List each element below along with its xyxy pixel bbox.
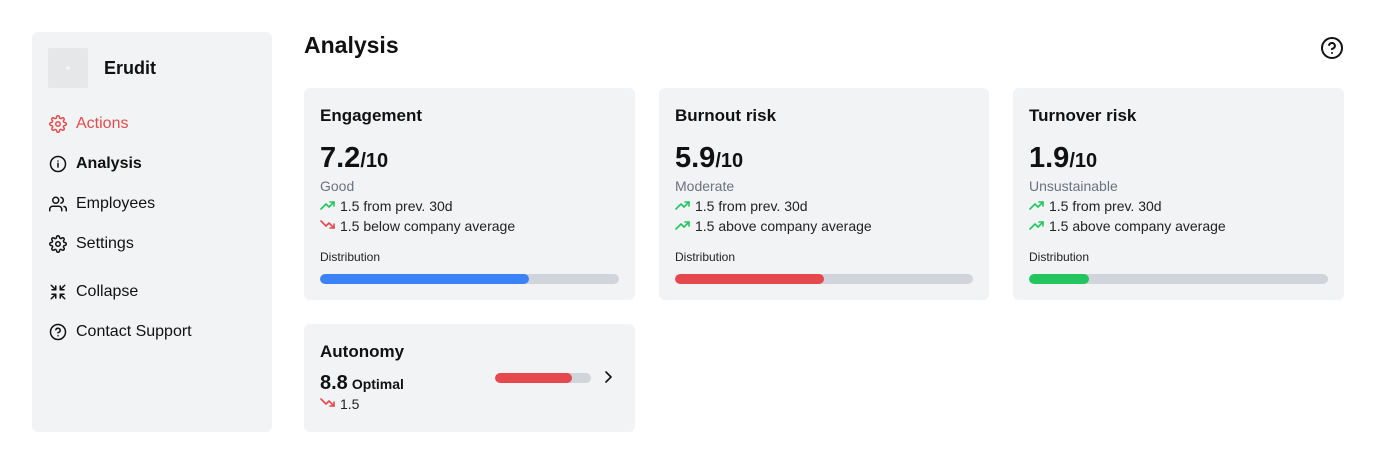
- trend-up-icon: [675, 218, 695, 234]
- sidebar-item-employees[interactable]: Employees: [48, 192, 155, 216]
- sidebar-item-collapse[interactable]: Collapse: [48, 280, 138, 304]
- engagement-card[interactable]: Engagement 7.2/10 Good 1.5 from prev. 30…: [304, 88, 635, 300]
- card-title: Autonomy: [320, 342, 405, 361]
- score: 1.9/10: [1029, 142, 1097, 175]
- trend-up-icon: [320, 198, 340, 214]
- score-label: Optimal: [351, 376, 404, 392]
- distribution-bar: [495, 373, 591, 383]
- logo-image: [48, 48, 88, 88]
- sidebar-item-label: Actions: [76, 115, 129, 132]
- distribution-bar: [1029, 274, 1328, 284]
- card-title: Engagement: [320, 106, 423, 125]
- score-max: /10: [1069, 150, 1098, 172]
- info-icon: [48, 154, 68, 174]
- score-label: Moderate: [675, 178, 735, 194]
- gear-icon: [48, 234, 68, 254]
- card-title: Turnover risk: [1029, 106, 1137, 125]
- score-value: 5.9: [675, 142, 716, 174]
- trend-company-average: 1.5 below company average: [320, 218, 515, 234]
- trend-company-average: 1.5 above company average: [1029, 218, 1226, 234]
- collapse-icon: [48, 282, 68, 302]
- distribution-fill: [1029, 274, 1089, 284]
- trend-down-icon: [320, 396, 340, 412]
- sidebar-item-label: Contact Support: [76, 323, 192, 340]
- gear-icon: [48, 114, 68, 134]
- sidebar-item-label: Collapse: [76, 283, 139, 300]
- trend-prev-period: 1.5 from prev. 30d: [1029, 198, 1162, 214]
- sidebar-item-analysis[interactable]: Analysis: [48, 152, 142, 176]
- distribution-label: Distribution: [320, 250, 381, 264]
- trend-up-icon: [675, 198, 695, 214]
- distribution-label: Distribution: [1029, 250, 1090, 264]
- trend: 1.5: [320, 396, 359, 412]
- page-title: Analysis: [304, 32, 399, 58]
- trend-text: 1.5 from prev. 30d: [340, 198, 453, 214]
- distribution-bar: [675, 274, 973, 284]
- sidebar-item-contact-support[interactable]: Contact Support: [48, 320, 192, 344]
- help-icon: [1321, 37, 1343, 59]
- trend-text: 1.5: [340, 396, 360, 412]
- distribution-label: Distribution: [675, 250, 736, 264]
- score-value: 8.8: [320, 372, 348, 394]
- trend-text: 1.5 from prev. 30d: [695, 198, 808, 214]
- card-title: Burnout risk: [675, 106, 777, 125]
- sidebar-item-label: Analysis: [76, 155, 142, 172]
- score: 5.9/10: [675, 142, 743, 175]
- distribution-fill: [495, 373, 572, 383]
- burnout-risk-card[interactable]: Burnout risk 5.9/10 Moderate 1.5 from pr…: [659, 88, 989, 300]
- trend-up-icon: [1029, 218, 1049, 234]
- users-icon: [48, 194, 68, 214]
- trend-text: 1.5 from prev. 30d: [1049, 198, 1162, 214]
- score-label: Unsustainable: [1029, 178, 1118, 194]
- trend-text: 1.5 above company average: [695, 218, 872, 234]
- distribution-fill: [320, 274, 530, 284]
- sidebar: Erudit Actions Analysis Employees Settin…: [32, 32, 272, 432]
- sidebar-item-label: Settings: [76, 235, 134, 252]
- brand: Erudit: [48, 48, 156, 88]
- trend-down-icon: [320, 218, 340, 234]
- score-label: Good: [320, 178, 355, 194]
- score: 7.2/10: [320, 142, 388, 175]
- trend-up-icon: [1029, 198, 1049, 214]
- trend-company-average: 1.5 above company average: [675, 218, 872, 234]
- sidebar-item-actions[interactable]: Actions: [48, 112, 128, 136]
- trend-prev-period: 1.5 from prev. 30d: [675, 198, 808, 214]
- score-max: /10: [360, 150, 389, 172]
- distribution-fill: [675, 274, 824, 284]
- brand-name: Erudit: [104, 57, 156, 78]
- score-max: /10: [715, 150, 744, 172]
- autonomy-card[interactable]: Autonomy 8.8 Optimal 1.5: [304, 324, 635, 432]
- trend-text: 1.5 below company average: [340, 218, 516, 234]
- trend-text: 1.5 above company average: [1049, 218, 1226, 234]
- sidebar-item-settings[interactable]: Settings: [48, 232, 134, 256]
- turnover-risk-card[interactable]: Turnover risk 1.9/10 Unsustainable 1.5 f…: [1013, 88, 1344, 300]
- chevron-right-icon[interactable]: [603, 370, 615, 384]
- help-icon: [48, 322, 68, 342]
- score-value: 7.2: [320, 142, 361, 174]
- sidebar-item-label: Employees: [76, 195, 156, 212]
- score: 8.8 Optimal: [320, 372, 404, 395]
- trend-prev-period: 1.5 from prev. 30d: [320, 198, 453, 214]
- score-value: 1.9: [1029, 142, 1070, 174]
- help-button[interactable]: [1320, 36, 1344, 60]
- distribution-bar: [320, 274, 619, 284]
